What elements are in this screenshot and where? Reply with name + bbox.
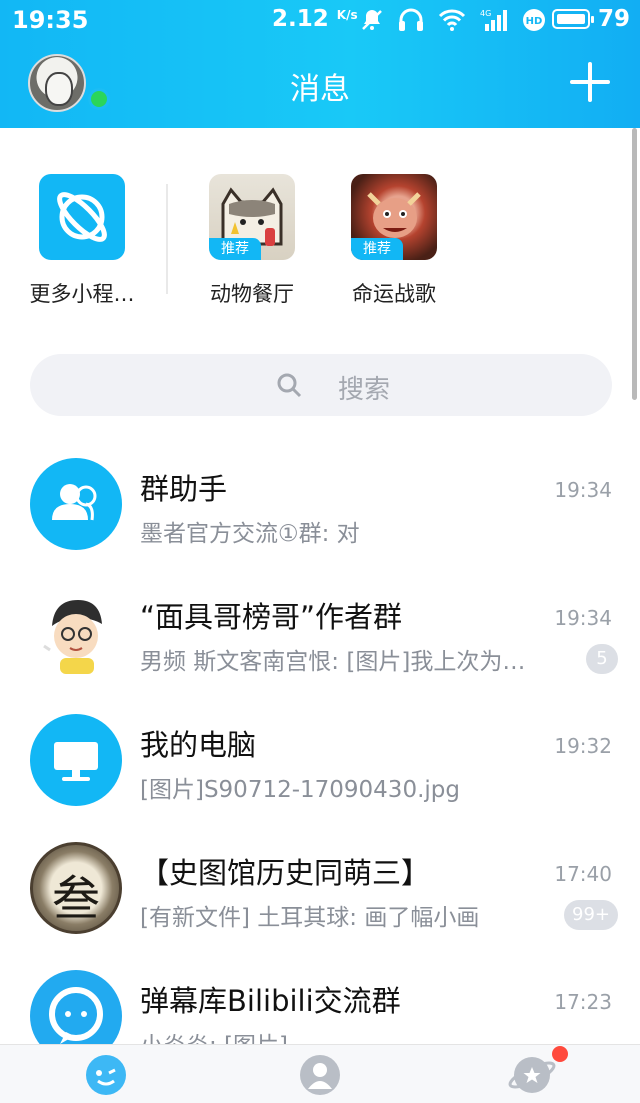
warrior-game-icon: 推荐 — [351, 174, 437, 260]
mini-app-label: 命运战歌 — [352, 282, 436, 306]
page-title: 消息 — [290, 72, 350, 107]
group-assistant-icon — [30, 458, 122, 550]
status-icons: 4G HD — [360, 6, 560, 34]
chat-name: 弹幕库Bilibili交流群 — [140, 984, 401, 1018]
chat-item-author-group[interactable]: “面具哥榜哥”作者群 男频 斯文客南宫恨: [图片]我上次为… 19:34 5 — [0, 586, 640, 714]
mini-app-animal-restaurant[interactable]: 推荐 动物餐厅 — [192, 174, 312, 308]
chat-item-group-assistant[interactable]: 群助手 墨者官方交流①群: 对 19:34 — [0, 458, 640, 586]
mini-app-label: 动物餐厅 — [210, 282, 294, 306]
search-bar[interactable]: 搜索 — [30, 354, 612, 416]
mini-apps-row: 更多小程… 推荐 动物餐厅 推荐 命运战歌 — [0, 128, 640, 338]
add-button[interactable] — [570, 62, 610, 102]
contacts-tab-icon[interactable] — [296, 1051, 344, 1099]
chat-time: 19:34 — [554, 606, 612, 630]
mute-icon — [362, 10, 382, 30]
status-time: 19:35 — [12, 6, 89, 34]
mini-app-fate-war-song[interactable]: 推荐 命运战歌 — [334, 174, 454, 308]
chat-time: 17:40 — [554, 862, 612, 886]
divider — [166, 184, 168, 294]
recommend-tag: 推荐 — [351, 238, 403, 260]
headphones-icon — [399, 8, 423, 31]
unread-badge: 5 — [586, 644, 618, 674]
signal-4g-icon: 4G — [480, 9, 507, 31]
chat-preview: [图片]S90712-17090430.jpg — [140, 777, 460, 803]
chat-item-my-computer[interactable]: 我的电脑 [图片]S90712-17090430.jpg 19:32 — [0, 714, 640, 842]
chat-name: 【史图馆历史同萌三】 — [140, 856, 431, 890]
mini-app-label: 更多小程… — [29, 282, 135, 306]
status-bar: 19:35 2.12 K/s 4G HD 79 — [0, 0, 640, 40]
computer-icon — [30, 714, 122, 806]
network-speed: 2.12 K/s — [272, 6, 358, 32]
chat-time: 19:32 — [554, 734, 612, 758]
battery-percent: 79 — [598, 6, 631, 32]
message-tab-icon[interactable] — [82, 1051, 130, 1099]
recommend-tag: 推荐 — [209, 238, 261, 260]
scrollbar[interactable] — [632, 128, 637, 400]
search-icon — [277, 373, 302, 398]
cartoon-avatar — [30, 586, 122, 678]
wifi-icon — [438, 9, 466, 31]
unread-badge: 99+ — [564, 900, 618, 930]
ink-avatar: 叁 — [30, 842, 122, 934]
chat-time: 19:34 — [554, 478, 612, 502]
hd-icon: HD — [523, 9, 545, 31]
svg-text:4G: 4G — [480, 9, 491, 18]
chat-preview: 男频 斯文客南宫恨: [图片]我上次为… — [140, 649, 526, 675]
notification-dot — [552, 1046, 568, 1062]
mini-app-more[interactable]: 更多小程… — [22, 174, 142, 308]
chat-preview: 墨者官方交流①群: 对 — [140, 521, 360, 547]
planet-icon — [39, 174, 125, 260]
search-placeholder: 搜索 — [338, 375, 391, 405]
avatar-character: 叁 — [51, 871, 100, 927]
chat-name: 我的电脑 — [140, 728, 257, 762]
chat-name: “面具哥榜哥”作者群 — [140, 600, 403, 634]
top-bar: 19:35 2.12 K/s 4G HD 79 消息 — [0, 0, 640, 128]
chat-preview: [有新文件] 土耳其球: 画了幅小画 — [140, 905, 480, 931]
explore-tab-icon[interactable] — [508, 1051, 556, 1099]
chat-time: 17:23 — [554, 990, 612, 1014]
chat-name: 群助手 — [140, 472, 228, 506]
cat-game-icon: 推荐 — [209, 174, 295, 260]
bottom-tab-bar — [0, 1044, 640, 1103]
svg-text:HD: HD — [526, 16, 543, 27]
chat-item-history-group[interactable]: 叁 【史图馆历史同萌三】 [有新文件] 土耳其球: 画了幅小画 17:40 99… — [0, 842, 640, 970]
battery-icon — [552, 9, 594, 29]
